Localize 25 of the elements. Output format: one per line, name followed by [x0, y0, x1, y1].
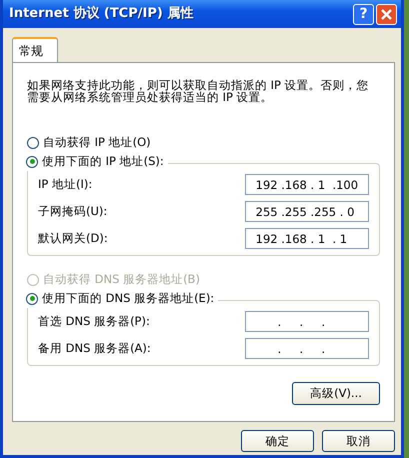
radio-label[interactable]: 使用下面的 IP 地址(S): — [42, 153, 164, 170]
radio-button[interactable] — [26, 156, 38, 168]
ip-address-field[interactable]: . . . — [245, 311, 369, 332]
intro-text: 如果网络支持此功能，则可以获取自动指派的 IP 设置。否则，您需要从网络系统管理员处获得适当的 IP 设置。 — [27, 79, 370, 104]
tab[interactable]: 常规 — [12, 37, 58, 62]
radio-button[interactable] — [26, 292, 38, 305]
close-icon — [381, 8, 392, 20]
field-label: 子网掩码(U): — [38, 203, 108, 220]
dialog-button[interactable]: 取消 — [322, 430, 395, 452]
close-button[interactable] — [376, 4, 397, 24]
ip-address-field[interactable]: 255 .255 .255 . 0 — [245, 201, 369, 222]
ip-address-field[interactable]: . . . — [245, 338, 369, 360]
radio-label[interactable]: 使用下面的 DNS 服务器地址(E): — [42, 290, 214, 308]
dialog-button[interactable]: 确定 — [241, 430, 314, 452]
radio-button[interactable] — [27, 136, 39, 149]
field-label: 首选 DNS 服务器(P): — [38, 313, 150, 330]
field-label: 默认网关(D): — [38, 230, 108, 247]
ip-address-field[interactable]: 192 .168 . 1 .100 — [245, 174, 369, 196]
field-label: IP 地址(I): — [38, 176, 92, 193]
window-title: Internet 协议 (TCP/IP) 属性 — [9, 4, 194, 24]
field-label: 备用 DNS 服务器(A): — [38, 340, 151, 357]
ip-address-field[interactable]: 192 .168 . 1 . 1 — [245, 228, 369, 250]
advanced-button[interactable]: 高级(V)... — [292, 382, 380, 406]
help-button[interactable]: ? — [353, 4, 374, 24]
radio-label[interactable]: 自动获得 IP 地址(O) — [43, 134, 151, 152]
